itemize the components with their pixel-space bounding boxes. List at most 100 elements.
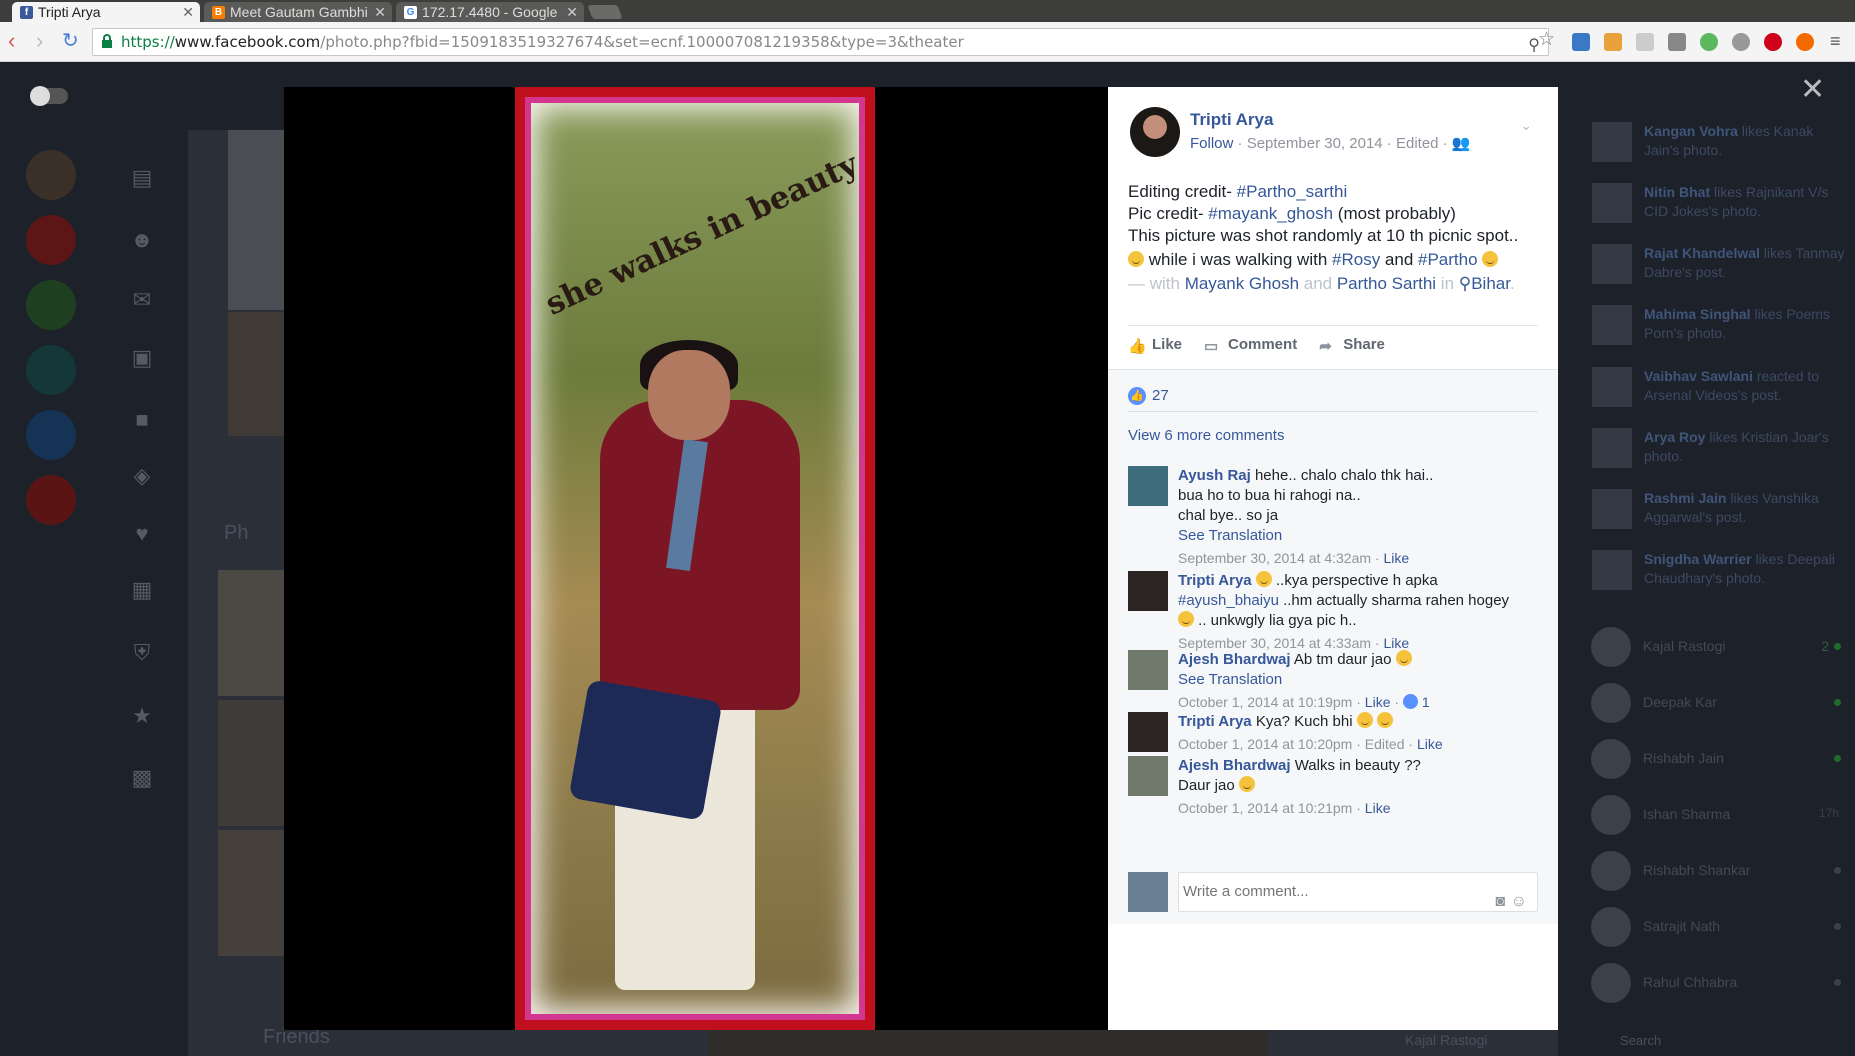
hashtag-link[interactable]: #Partho_sarthi xyxy=(1237,182,1348,201)
camera-icon[interactable]: ◙ xyxy=(1495,883,1505,921)
chat-contact[interactable]: Rahul Chhabra xyxy=(1591,963,1851,1003)
chat-contact[interactable]: Rishabh Jain xyxy=(1591,739,1851,779)
messages-icon[interactable]: ✉ xyxy=(128,287,156,313)
heart-icon[interactable]: ♥ xyxy=(128,521,156,547)
commenter-avatar[interactable] xyxy=(1128,650,1168,690)
theater-toggle[interactable] xyxy=(30,86,68,106)
comment-input-box[interactable]: ◙ ☺ xyxy=(1178,872,1538,912)
shield-icon[interactable]: ⛨ xyxy=(128,640,156,666)
comment-time[interactable]: September 30, 2014 at 4:32am xyxy=(1178,550,1371,566)
feedly-icon[interactable] xyxy=(26,280,76,330)
menu-icon[interactable]: ≡ xyxy=(1830,31,1841,51)
comment-like-link[interactable]: Like xyxy=(1365,800,1391,816)
star-icon[interactable]: ★ xyxy=(128,703,156,729)
edited-label[interactable]: Edited xyxy=(1365,736,1405,752)
chat-contact[interactable]: Satrajit Nath xyxy=(1591,907,1851,947)
close-tab-icon[interactable]: ✕ xyxy=(566,4,578,21)
comment-like-link[interactable]: Like xyxy=(1417,736,1443,752)
like-summary[interactable]: 👍 27 xyxy=(1128,380,1538,412)
like-button[interactable]: 👍 Like xyxy=(1128,336,1182,355)
see-translation-link[interactable]: See Translation xyxy=(1178,526,1538,546)
ticker-item[interactable]: Rashmi Jain likes Vanshika Aggarwal's po… xyxy=(1644,489,1850,527)
chat-search[interactable]: Search xyxy=(1620,1033,1661,1048)
author-name[interactable]: Tripti Arya xyxy=(1190,110,1273,130)
ticker-item[interactable]: Mahima Singhal likes Poems Porn's photo. xyxy=(1644,305,1850,343)
profile-avatar[interactable] xyxy=(26,150,76,200)
ticker-item[interactable]: Kangan Vohra likes Kanak Jain's photo. xyxy=(1644,122,1850,160)
edited-label[interactable]: Edited xyxy=(1396,135,1439,152)
new-tab-button[interactable] xyxy=(587,5,623,19)
ticker-item[interactable]: Nitin Bhat likes Rajnikant V/s CID Jokes… xyxy=(1644,183,1850,221)
extension-icon[interactable] xyxy=(1732,33,1750,51)
hashtag-link[interactable]: #ayush_bhaiyu xyxy=(1178,592,1279,609)
extension-icon[interactable] xyxy=(1700,33,1718,51)
commenter-name[interactable]: Tripti Arya xyxy=(1178,572,1252,589)
commenter-avatar[interactable] xyxy=(1128,712,1168,752)
tagged-person-link[interactable]: Partho Sarthi xyxy=(1337,274,1436,293)
commenter-avatar[interactable] xyxy=(1128,466,1168,506)
app-icon[interactable] xyxy=(26,345,76,395)
commenter-name[interactable]: Ayush Raj xyxy=(1178,467,1251,484)
pages-icon[interactable]: ▣ xyxy=(128,345,156,371)
extension-icon[interactable] xyxy=(1636,33,1654,51)
chat-contact[interactable]: Deepak Kar xyxy=(1591,683,1851,723)
post-date[interactable]: September 30, 2014 xyxy=(1247,135,1383,152)
tagged-person-link[interactable]: Mayank Ghosh xyxy=(1185,274,1299,293)
reaction-count[interactable]: 1 xyxy=(1422,694,1430,710)
ticker-item[interactable]: Rajat Khandelwal likes Tanmay Dabre's po… xyxy=(1644,244,1850,282)
comment-like-link[interactable]: Like xyxy=(1383,635,1409,651)
see-translation-link[interactable]: See Translation xyxy=(1178,670,1538,690)
address-bar[interactable]: https://www.facebook.com/photo.php?fbid=… xyxy=(92,28,1549,56)
ticker-item[interactable]: Vaibhav Sawlani reacted to Arsenal Video… xyxy=(1644,367,1850,405)
reload-icon[interactable]: ↻ xyxy=(62,31,79,51)
chat-contact[interactable]: Rishabh Shankar xyxy=(1591,851,1851,891)
share-button[interactable]: ➦ Share xyxy=(1319,336,1385,355)
audience-icon[interactable]: 👥 xyxy=(1452,135,1471,152)
star-icon[interactable]: ☆ xyxy=(1538,30,1555,50)
location-link[interactable]: ⚲Bihar xyxy=(1459,274,1510,293)
ticker-item[interactable]: Arya Roy likes Kristian Joar's photo. xyxy=(1644,428,1850,466)
close-tab-icon[interactable]: ✕ xyxy=(182,4,194,21)
ticker-item[interactable]: Snigdha Warrier likes Deepali Chaudhary'… xyxy=(1644,550,1850,588)
tab-tripti-arya[interactable]: f Tripti Arya ✕ xyxy=(12,2,200,22)
gift-icon[interactable]: ▩ xyxy=(128,765,156,791)
extension-icon[interactable] xyxy=(1796,33,1814,51)
back-arrow-icon[interactable]: ‹ xyxy=(8,30,15,52)
author-avatar[interactable] xyxy=(1130,107,1180,157)
comment-time[interactable]: October 1, 2014 at 10:21pm xyxy=(1178,800,1352,816)
comment-time[interactable]: September 30, 2014 at 4:33am xyxy=(1178,635,1371,651)
commenter-name[interactable]: Ajesh Bhardwaj xyxy=(1178,651,1291,668)
cast-icon[interactable] xyxy=(1668,33,1686,51)
hashtag-link[interactable]: #Partho xyxy=(1418,250,1478,269)
youtube-icon[interactable] xyxy=(26,215,76,265)
tab-google[interactable]: G 172.17.4480 - Google ✕ xyxy=(396,2,584,22)
chat-contact[interactable]: Kajal Rastogi 2 xyxy=(1591,627,1851,667)
info-icon[interactable] xyxy=(26,475,76,525)
comment-button[interactable]: ▭ Comment xyxy=(1204,336,1297,355)
forward-arrow-icon[interactable]: › xyxy=(36,30,43,52)
extension-icon[interactable] xyxy=(1572,33,1590,51)
video-icon[interactable]: ■ xyxy=(128,407,156,433)
adblock-plus-icon[interactable] xyxy=(1764,33,1782,51)
extension-icon[interactable] xyxy=(1604,33,1622,51)
hashtag-link[interactable]: #mayank_ghosh xyxy=(1208,204,1333,223)
commenter-name[interactable]: Ajesh Bhardwaj xyxy=(1178,757,1291,774)
tab-meet-gautam[interactable]: B Meet Gautam Gambhi ✕ xyxy=(204,2,392,22)
calendar-icon[interactable]: ▦ xyxy=(128,577,156,603)
comment-input[interactable] xyxy=(1183,873,1463,911)
chat-tab-bottom[interactable]: Kajal Rastogi xyxy=(1405,1032,1488,1048)
games-icon[interactable]: ◈ xyxy=(128,463,156,489)
comment-like-link[interactable]: Like xyxy=(1383,550,1409,566)
comment-like-link[interactable]: Like xyxy=(1365,694,1391,710)
commenter-avatar[interactable] xyxy=(1128,756,1168,796)
chevron-down-icon[interactable]: ⌄ xyxy=(1520,117,1532,134)
view-more-comments-link[interactable]: View 6 more comments xyxy=(1128,427,1284,444)
commenter-avatar[interactable] xyxy=(1128,571,1168,611)
emoji-picker-icon[interactable]: ☺ xyxy=(1511,883,1527,921)
comment-time[interactable]: October 1, 2014 at 10:20pm xyxy=(1178,736,1352,752)
comment-time[interactable]: October 1, 2014 at 10:19pm xyxy=(1178,694,1352,710)
news-feed-icon[interactable]: ▤ xyxy=(128,165,156,191)
follow-link[interactable]: Follow xyxy=(1190,135,1233,152)
close-tab-icon[interactable]: ✕ xyxy=(374,4,386,21)
hashtag-link[interactable]: #Rosy xyxy=(1332,250,1380,269)
